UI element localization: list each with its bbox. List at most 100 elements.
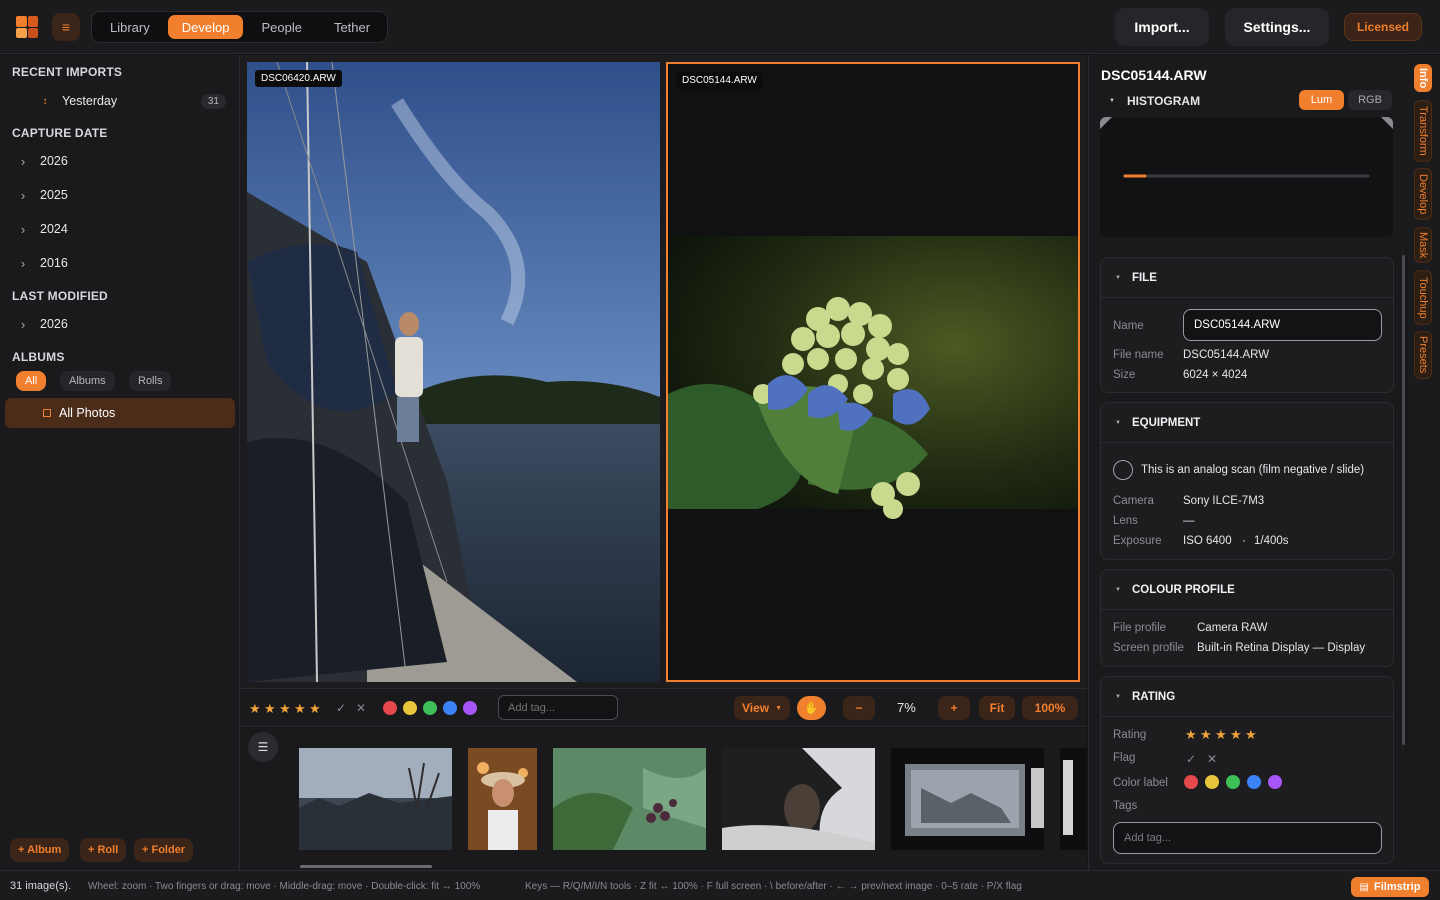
tab-develop-panel[interactable]: Develop [1414,168,1432,220]
filmstrip-label: Filmstrip [1374,881,1421,893]
filmstrip-thumbnail[interactable] [1060,748,1087,850]
tab-tether[interactable]: Tether [320,15,384,39]
star-2-icon[interactable]: ★ [264,701,276,717]
name-field[interactable]: DSC05144.ARW [1183,309,1382,341]
filmstrip-scrollbar[interactable] [300,865,432,868]
tab-info[interactable]: Info [1414,64,1432,92]
chevron-right-icon[interactable]: › [16,154,30,169]
tab-presets[interactable]: Presets [1414,331,1432,379]
color-label-purple[interactable] [1268,775,1282,789]
year-label: 2025 [40,188,68,202]
star-4-icon[interactable]: ★ [1230,727,1242,743]
filmstrip-toggle-button[interactable]: ▤ Filmstrip [1351,877,1429,897]
filmstrip-icon: ▤ [1359,881,1369,893]
album-filter-albums[interactable]: Albums [60,371,115,391]
collapse-triangle-icon: ▼ [1115,693,1121,700]
flag-pick-icon[interactable]: ✓ [1186,752,1196,766]
album-filter-rolls[interactable]: Rolls [129,371,172,391]
color-label-green[interactable] [423,701,437,715]
tab-library[interactable]: Library [96,15,164,39]
tags-label: Tags [1113,800,1138,812]
compare-toggle-button[interactable]: ✋ [797,696,826,720]
add-album-button[interactable]: + Album [10,838,70,862]
size-value: 6024 × 4024 [1183,369,1248,381]
chevron-right-icon[interactable]: › [16,317,30,332]
histogram-mode-rgb[interactable]: RGB [1348,90,1392,110]
analog-scan-checkbox[interactable] [1113,460,1133,480]
star-2-icon[interactable]: ★ [1200,727,1212,743]
flag-pick-icon[interactable]: ✓ [336,701,346,715]
viewer-pane-right[interactable]: DSC05144.ARW [666,62,1080,682]
rating-section: ▼ RATING Rating ★ ★ ★ ★ ★ Flag ✓ ✕ Color … [1100,676,1394,864]
import-button[interactable]: Import... [1115,8,1209,46]
filmstrip-sort-button[interactable]: ☰ [248,732,278,762]
flag-reject-icon[interactable]: ✕ [1207,752,1217,766]
chevron-right-icon[interactable]: › [16,222,30,237]
zoom-in-button[interactable]: + [938,696,970,720]
panel-scrollbar[interactable] [1402,255,1405,745]
color-label-blue[interactable] [1247,775,1261,789]
highlight-clip-indicator[interactable] [1381,117,1393,129]
colour-profile-section-header[interactable]: ▼ COLOUR PROFILE [1101,570,1393,610]
collapse-triangle-icon: ▼ [1115,586,1121,593]
flag-reject-icon[interactable]: ✕ [356,701,366,715]
tab-develop[interactable]: Develop [167,15,244,39]
tag-input[interactable] [498,695,618,720]
settings-button[interactable]: Settings... [1225,8,1329,46]
tags-input[interactable]: Add tag... [1113,822,1382,854]
zoom-fit-button[interactable]: Fit [979,696,1015,720]
star-1-icon[interactable]: ★ [1185,727,1197,743]
otter-thumbnail [722,748,875,850]
star-4-icon[interactable]: ★ [294,701,306,717]
view-dropdown-button[interactable]: View ▼ [734,696,790,720]
filmstrip-thumbnail[interactable] [299,748,452,850]
viewer-pane-left[interactable]: DSC06420.ARW [247,62,660,682]
caret-down-icon: ▼ [775,704,783,712]
rating-section-header[interactable]: ▼ RATING [1101,677,1393,717]
add-folder-button[interactable]: + Folder [134,838,194,862]
tab-transform[interactable]: Transform [1414,100,1432,162]
capture-year-item[interactable]: › 2025 [16,182,226,208]
tab-mask[interactable]: Mask [1414,227,1432,263]
chevron-right-icon[interactable]: › [16,256,30,271]
tab-touchup[interactable]: Touchup [1414,270,1432,325]
chevron-right-icon[interactable]: › [16,188,30,203]
filmstrip-thumbnail[interactable] [468,748,537,850]
histogram-header[interactable]: ▼ HISTOGRAM [1109,94,1200,108]
file-section-header[interactable]: ▼ FILE [1101,258,1393,298]
hand-icon: ✋ [804,701,819,715]
album-item-all-photos[interactable]: All Photos [5,398,235,428]
star-5-icon[interactable]: ★ [309,701,321,717]
color-label-red[interactable] [1184,775,1198,789]
star-3-icon[interactable]: ★ [1215,727,1227,743]
filmstrip-thumbnail[interactable] [891,748,1044,850]
histogram-mode-lum[interactable]: Lum [1299,90,1344,110]
app-logo-icon [16,16,38,38]
star-3-icon[interactable]: ★ [279,701,291,717]
filmstrip-thumbnail[interactable] [722,748,875,850]
star-5-icon[interactable]: ★ [1245,727,1257,743]
star-1-icon[interactable]: ★ [249,701,261,717]
color-label-yellow[interactable] [1205,775,1219,789]
zoom-100-button[interactable]: 100% [1022,696,1078,720]
recent-import-item[interactable]: ↕ Yesterday 31 [16,88,226,114]
shadow-clip-indicator[interactable] [1100,117,1112,129]
color-label-yellow[interactable] [403,701,417,715]
equipment-section-header[interactable]: ▼ EQUIPMENT [1101,403,1393,443]
color-label-red[interactable] [383,701,397,715]
capture-year-item[interactable]: › 2016 [16,250,226,276]
color-label-blue[interactable] [443,701,457,715]
zoom-out-button[interactable]: − [843,696,875,720]
licensed-badge[interactable]: Licensed [1344,13,1422,41]
capture-year-item[interactable]: › 2026 [16,148,226,174]
color-label-purple[interactable] [463,701,477,715]
menu-button[interactable]: ≡ [52,13,80,41]
tab-people[interactable]: People [247,15,315,39]
camera-value: Sony ILCE-7M3 [1183,495,1265,507]
filmstrip-thumbnail[interactable] [553,748,706,850]
capture-year-item[interactable]: › 2024 [16,216,226,242]
color-label-green[interactable] [1226,775,1240,789]
add-roll-button[interactable]: + Roll [80,838,127,862]
album-filter-all[interactable]: All [16,371,47,391]
modified-year-item[interactable]: › 2026 [16,311,226,337]
